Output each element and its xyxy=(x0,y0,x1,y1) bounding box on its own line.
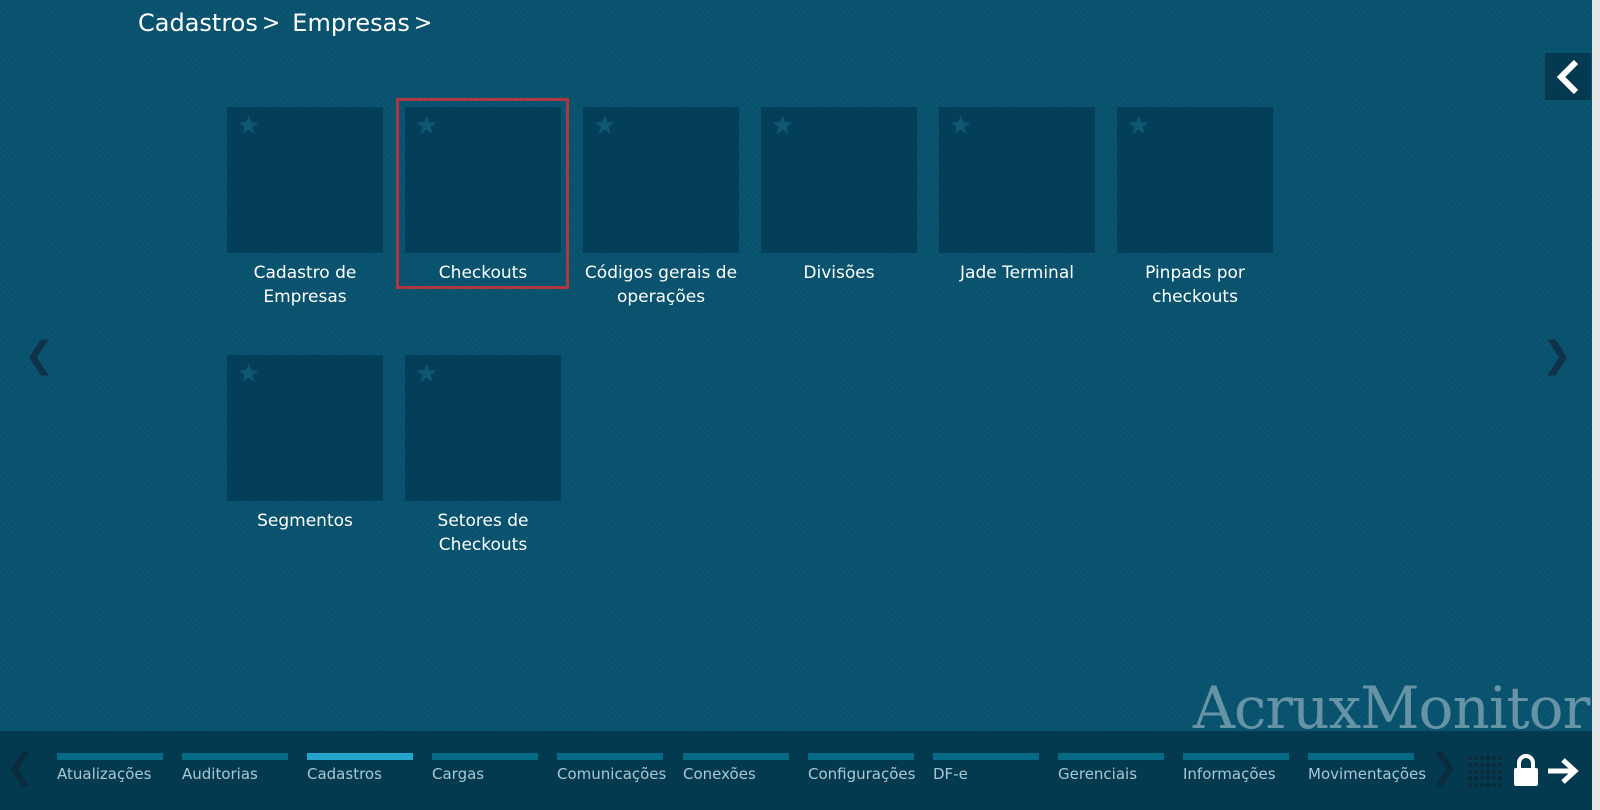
tab-indicator xyxy=(57,753,163,760)
tile-box[interactable]: ★ xyxy=(583,107,739,253)
tile-label: Segmentos xyxy=(257,511,353,531)
bottom-nav-bar: ❮ Atualizações Auditorias Cadastros Carg… xyxy=(0,731,1592,810)
tab-indicator xyxy=(683,753,789,760)
tab-label: Movimentações xyxy=(1308,765,1427,783)
breadcrumb: Cadastros > Empresas > xyxy=(138,6,438,40)
page-scrollbar[interactable] xyxy=(1592,0,1600,810)
tile-setores-de-checkouts[interactable]: ★ Setores de Checkouts xyxy=(405,355,561,557)
tab-indicator xyxy=(557,753,663,760)
breadcrumb-separator-icon: > xyxy=(261,10,281,36)
tile-cadastro-de-empresas[interactable]: ★ Cadastro de Empresas xyxy=(227,107,383,309)
breadcrumb-item-cadastros[interactable]: Cadastros > xyxy=(138,9,286,37)
lock-icon[interactable] xyxy=(1512,753,1540,787)
tile-label: Códigos gerais de operações xyxy=(584,263,738,307)
tab-indicator xyxy=(1183,753,1289,760)
tile-codigos-gerais-de-operacoes[interactable]: ★ Códigos gerais de operações xyxy=(583,107,739,309)
bottom-tab-gerenciais[interactable]: Gerenciais xyxy=(1058,753,1164,783)
star-icon[interactable]: ★ xyxy=(415,361,438,387)
breadcrumb-item-empresas[interactable]: Empresas > xyxy=(292,9,438,37)
star-icon[interactable]: ★ xyxy=(949,113,972,139)
tile-pinpads-por-checkouts[interactable]: ★ Pinpads por checkouts xyxy=(1117,107,1273,309)
tile-segmentos[interactable]: ★ Segmentos xyxy=(227,355,383,533)
tab-label: Conexões xyxy=(683,765,756,783)
tile-jade-terminal[interactable]: ★ Jade Terminal xyxy=(939,107,1095,285)
tile-box[interactable]: ★ xyxy=(227,355,383,501)
tile-label: Jade Terminal xyxy=(960,263,1074,283)
page-prev-button[interactable]: ❮ xyxy=(24,338,54,374)
breadcrumb-label[interactable]: Cadastros xyxy=(138,9,258,37)
tab-label: Informações xyxy=(1183,765,1276,783)
star-icon[interactable]: ★ xyxy=(237,361,260,387)
bottom-tab-comunicacoes[interactable]: Comunicações xyxy=(557,753,667,783)
tile-label: Setores de Checkouts xyxy=(437,511,529,555)
tab-label: Comunicações xyxy=(557,765,667,783)
tab-label: Configurações xyxy=(808,765,916,783)
star-icon[interactable]: ★ xyxy=(771,113,794,139)
breadcrumb-label[interactable]: Empresas xyxy=(292,9,410,37)
tile-label: Cadastro de Empresas xyxy=(253,263,357,307)
tab-indicator xyxy=(808,753,914,760)
bottom-tab-conexoes[interactable]: Conexões xyxy=(683,753,789,783)
breadcrumb-separator-icon: > xyxy=(413,10,433,36)
back-chevron-icon xyxy=(1556,59,1579,94)
bottom-nav-next-button[interactable]: ❯ xyxy=(1430,747,1459,787)
bottom-nav-prev-button[interactable]: ❮ xyxy=(6,747,35,787)
tab-label: Cadastros xyxy=(307,765,382,783)
selection-highlight xyxy=(396,98,569,289)
tile-label: Divisões xyxy=(803,263,875,283)
bottom-tab-cadastros[interactable]: Cadastros xyxy=(307,753,413,783)
apps-grid-icon[interactable] xyxy=(1468,756,1502,788)
tile-box[interactable]: ★ xyxy=(405,355,561,501)
tile-label: Pinpads por checkouts xyxy=(1145,263,1245,307)
tab-label: Atualizações xyxy=(57,765,152,783)
tab-indicator xyxy=(1058,753,1164,760)
tab-label: Cargas xyxy=(432,765,485,783)
star-icon[interactable]: ★ xyxy=(593,113,616,139)
tab-label: DF-e xyxy=(933,765,968,783)
bottom-tab-cargas[interactable]: Cargas xyxy=(432,753,538,783)
tile-box[interactable]: ★ xyxy=(761,107,917,253)
star-icon[interactable]: ★ xyxy=(1127,113,1150,139)
bottom-tab-atualizacoes[interactable]: Atualizações xyxy=(57,753,163,783)
tab-label: Gerenciais xyxy=(1058,765,1138,783)
bottom-tab-auditorias[interactable]: Auditorias xyxy=(182,753,288,783)
tab-label: Auditorias xyxy=(182,765,258,783)
bottom-tab-movimentacoes[interactable]: Movimentações xyxy=(1308,753,1427,783)
tab-indicator xyxy=(307,753,413,760)
bottom-tab-configuracoes[interactable]: Configurações xyxy=(808,753,916,783)
tile-divisoes[interactable]: ★ Divisões xyxy=(761,107,917,285)
tab-indicator xyxy=(182,753,288,760)
tile-box[interactable]: ★ xyxy=(227,107,383,253)
tab-indicator xyxy=(933,753,1039,760)
bottom-tab-informacoes[interactable]: Informações xyxy=(1183,753,1289,783)
tile-box[interactable]: ★ xyxy=(939,107,1095,253)
star-icon[interactable]: ★ xyxy=(237,113,260,139)
tile-box[interactable]: ★ xyxy=(1117,107,1273,253)
back-button[interactable] xyxy=(1545,53,1591,100)
page-next-button[interactable]: ❯ xyxy=(1542,338,1572,374)
tab-indicator xyxy=(1308,753,1414,760)
bottom-tab-df-e[interactable]: DF-e xyxy=(933,753,1039,783)
logout-arrow-icon[interactable] xyxy=(1546,757,1580,785)
tab-indicator xyxy=(432,753,538,760)
